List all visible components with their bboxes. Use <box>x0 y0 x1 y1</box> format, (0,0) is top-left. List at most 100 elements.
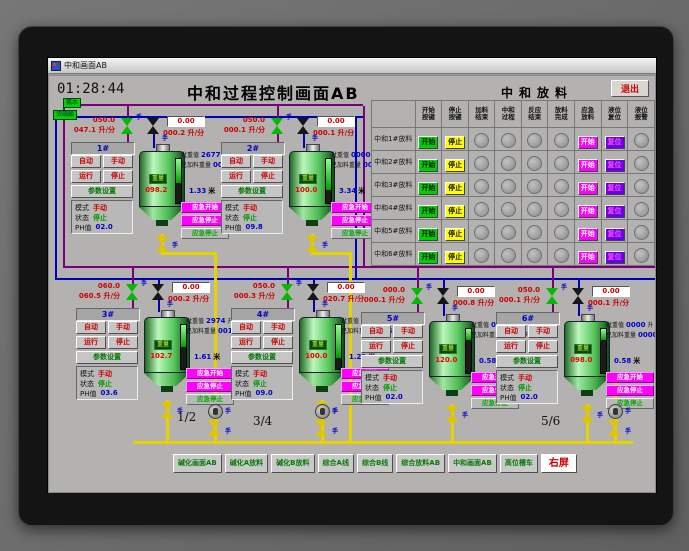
indicator-cell <box>467 219 496 243</box>
indicator-cell <box>547 173 575 197</box>
table-row: 中和3#放料 开始 停止 开始 复位 <box>371 173 655 197</box>
discharge-done-indicator <box>553 155 569 171</box>
pump-group-label: 1/2 <box>177 410 197 424</box>
manual-indicator: 手 <box>625 408 632 415</box>
neutralize-indicator <box>500 178 516 194</box>
level-reset-button[interactable]: 复位 <box>604 205 625 218</box>
tablet-bezel: 中和画面AB 01:28:44 中和过程控制画面AB 中和放料 退出 氨水 浓硫… <box>18 26 674 526</box>
indicator-cell <box>520 219 549 243</box>
indicator-cell <box>494 219 522 243</box>
header-line2: 过程 <box>501 113 515 121</box>
emergency-discharge-button[interactable]: 开始 <box>577 251 598 264</box>
pump-valve-icon <box>208 420 220 436</box>
nav-button-右屏[interactable]: 右屏 <box>540 454 577 473</box>
header-line2: 按键 <box>421 113 435 121</box>
start-button[interactable]: 开始 <box>418 136 439 149</box>
pump-valve-icon <box>315 420 327 436</box>
start-button[interactable]: 开始 <box>418 251 439 264</box>
emergency-discharge-button[interactable]: 开始 <box>577 228 598 241</box>
indicator-cell <box>520 196 549 220</box>
start-cell: 开始 <box>414 196 443 220</box>
indicator-cell <box>467 242 496 266</box>
pump-valve-icon <box>608 420 620 436</box>
emergency-cell: 开始 <box>573 173 602 197</box>
stop-cell: 停止 <box>441 219 469 243</box>
level-reset-button[interactable]: 复位 <box>604 251 625 264</box>
level-alarm-indicator <box>633 178 649 194</box>
indicator-cell <box>467 173 496 197</box>
row-label: 中和3#放料 <box>371 173 416 197</box>
neutralize-indicator <box>500 155 516 171</box>
nav-button-综合放料AB[interactable]: 综合放料AB <box>396 454 446 473</box>
stop-button[interactable]: 停止 <box>445 205 466 218</box>
header-line2: 结束 <box>528 113 542 121</box>
start-button[interactable]: 开始 <box>418 228 439 241</box>
window-titlebar: 中和画面AB <box>48 58 656 74</box>
level-reset-button[interactable]: 复位 <box>604 136 625 149</box>
discharge-table: 开始 按键 停止 按键 加料 结束 中和 过程 反应 结束 放料 完成 应急 放料 液位 复位 液位 报警 中和1#… <box>371 100 655 266</box>
feed-done-indicator <box>474 132 490 148</box>
pump-group-label: 5/6 <box>541 414 561 428</box>
level-reset-button[interactable]: 复位 <box>604 228 625 241</box>
page-title: 中和过程控制画面AB <box>187 84 360 103</box>
neutralize-indicator <box>500 201 516 217</box>
manual-indicator: 手 <box>332 428 339 435</box>
alarm-cell <box>627 219 655 243</box>
nav-button-综合A线[interactable]: 综合A线 <box>317 454 354 473</box>
alarm-cell <box>627 150 655 174</box>
nav-button-综合B线[interactable]: 综合B线 <box>356 454 394 473</box>
pipe-label-ammonia: 氨水 <box>63 98 82 108</box>
nav-button-碱化B放料[interactable]: 碱化B放料 <box>271 454 315 473</box>
start-button[interactable]: 开始 <box>418 205 439 218</box>
stop-button[interactable]: 停止 <box>445 228 466 241</box>
row-label: 中和2#放料 <box>371 150 416 174</box>
emergency-discharge-button[interactable]: 开始 <box>577 205 598 218</box>
discharge-done-indicator <box>553 224 569 240</box>
pump-icon <box>208 404 223 419</box>
reaction-done-indicator <box>527 132 543 148</box>
column-header: 开始 按键 <box>414 100 443 128</box>
exit-button[interactable]: 退出 <box>611 80 649 97</box>
reaction-done-indicator <box>527 224 543 240</box>
reset-cell: 复位 <box>600 196 629 220</box>
header-line2: 完成 <box>554 113 568 121</box>
indicator-cell <box>547 150 575 174</box>
nav-button-中和画面AB[interactable]: 中和画面AB <box>448 454 497 473</box>
indicator-cell <box>494 242 522 266</box>
nav-button-碱化画面AB[interactable]: 碱化画面AB <box>173 454 222 473</box>
column-header: 加料 结束 <box>467 100 496 128</box>
reaction-done-indicator <box>527 201 543 217</box>
stop-button[interactable]: 停止 <box>445 182 466 195</box>
header-line2: 报警 <box>634 113 648 121</box>
header-line2: 按键 <box>448 113 462 121</box>
pipe-label-acid: 浓硫酸 <box>53 110 78 120</box>
emergency-discharge-button[interactable]: 开始 <box>577 182 598 195</box>
nav-button-高位槽车[interactable]: 高位槽车 <box>499 454 538 473</box>
header-line2: 复位 <box>608 113 622 121</box>
nav-button-碱化A放料[interactable]: 碱化A放料 <box>224 454 269 473</box>
emergency-discharge-button[interactable]: 开始 <box>577 136 598 149</box>
stop-button[interactable]: 停止 <box>445 159 466 172</box>
level-alarm-indicator <box>633 201 649 217</box>
emergency-discharge-button[interactable]: 开始 <box>577 159 598 172</box>
start-button[interactable]: 开始 <box>418 182 439 195</box>
level-reset-button[interactable]: 复位 <box>604 159 625 172</box>
stop-button[interactable]: 停止 <box>445 251 466 264</box>
discharge-done-indicator <box>553 132 569 148</box>
start-button[interactable]: 开始 <box>418 159 439 172</box>
table-row: 中和5#放料 开始 停止 开始 复位 <box>371 219 655 243</box>
indicator-cell <box>494 173 522 197</box>
indicator-cell <box>520 173 549 197</box>
row-label: 中和4#放料 <box>371 196 416 220</box>
discharge-panel-title: 中和放料 <box>500 86 573 100</box>
stop-button[interactable]: 停止 <box>445 136 466 149</box>
level-reset-button[interactable]: 复位 <box>604 182 625 195</box>
reset-cell: 复位 <box>600 219 629 243</box>
manual-indicator: 手 <box>225 428 232 435</box>
reset-cell: 复位 <box>600 173 629 197</box>
manual-indicator: 手 <box>332 408 339 415</box>
screen: 中和画面AB 01:28:44 中和过程控制画面AB 中和放料 退出 氨水 浓硫… <box>47 57 657 493</box>
indicator-cell <box>547 219 575 243</box>
stop-cell: 停止 <box>441 127 469 151</box>
pump-group-label: 3/4 <box>253 414 273 428</box>
